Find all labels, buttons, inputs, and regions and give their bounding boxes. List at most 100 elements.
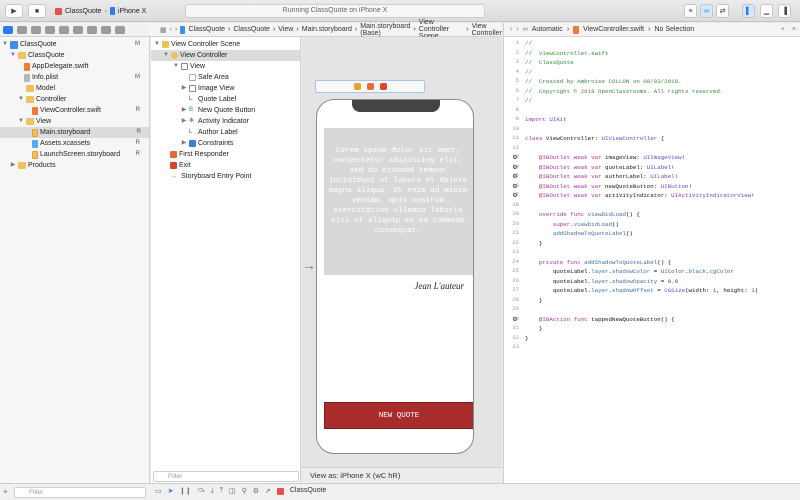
code-line[interactable]: @IBOutlet weak var quoteLabel: UILabel! (525, 163, 799, 173)
search-icon[interactable] (45, 25, 55, 34)
code-line[interactable]: // Copyright © 2018 OpenClassrooms. All … (525, 87, 799, 97)
toggle-debug-button[interactable]: ▁ (760, 4, 773, 18)
code-line[interactable]: @IBAction func tappedNewQuoteButton() { (525, 315, 799, 325)
breakpoint-icon[interactable] (101, 25, 111, 34)
code-line[interactable]: quoteLabel.layer.shadowColor = UIColor.b… (525, 267, 799, 277)
hide-debug-icon[interactable]: ▭ (155, 487, 162, 495)
disclosure-closed-icon[interactable]: ▶ (10, 160, 16, 171)
plus-icon[interactable]: + (3, 487, 8, 496)
stop-button[interactable]: ■ (28, 4, 46, 18)
list-item[interactable]: AppDelegate.swift (24, 61, 148, 72)
disclosure-open-icon[interactable]: ▼ (163, 50, 169, 61)
storyboard-canvas[interactable]: → Lorem ipsum dolor sit amet, consectetu… (302, 37, 502, 483)
outline-item-first-responder[interactable]: First Responder (170, 149, 229, 160)
list-item[interactable]: ▼ View (18, 116, 148, 127)
environment-icon[interactable]: ⚙ (253, 487, 259, 495)
test-icon[interactable] (73, 25, 83, 34)
disclosure-closed-icon[interactable]: ▶ (181, 138, 187, 149)
code-line[interactable]: // Created by Ambroise COLLON on 08/03/2… (525, 77, 799, 87)
outline-item-author-label[interactable]: L Author Label (189, 127, 238, 138)
related-items-icon[interactable]: ▦ (160, 26, 167, 34)
pause-icon[interactable]: ❙❙ (180, 487, 192, 495)
warning-icon[interactable] (59, 25, 69, 34)
code-line[interactable]: // (525, 68, 799, 78)
version-editor-button[interactable]: ⇄ (716, 4, 729, 18)
list-item[interactable]: ViewController.swift R (32, 105, 148, 116)
quote-label[interactable]: Lorem ipsum dolor sit amet, consectetur … (327, 146, 469, 236)
disclosure-open-icon[interactable]: ▼ (154, 39, 160, 50)
source-control-icon[interactable] (17, 25, 27, 34)
close-icon[interactable]: × (792, 26, 796, 33)
breadcrumb-item[interactable]: ClassQuote (188, 26, 225, 33)
symbol-icon[interactable] (31, 25, 41, 34)
outline-item-activity-indicator[interactable]: ▶ ✻ Activity Indicator (181, 116, 249, 127)
code-line[interactable]: // (525, 39, 799, 49)
list-item[interactable]: ▼ ClassQuote M (2, 39, 148, 50)
outline-item-quote-label[interactable]: L Quote Label (189, 94, 236, 105)
disclosure-open-icon[interactable]: ▼ (10, 50, 16, 61)
list-item[interactable]: LaunchScreen.storyboard R (32, 149, 148, 160)
code-line[interactable]: } (525, 296, 799, 306)
back-icon[interactable]: ‹ (170, 26, 172, 33)
disclosure-closed-icon[interactable]: ▶ (181, 105, 187, 116)
code-line[interactable]: import UIKit (525, 115, 799, 125)
code-line[interactable]: @IBOutlet weak var authorLabel: UILabel! (525, 172, 799, 182)
run-button[interactable]: ▶ (5, 4, 23, 18)
outline-item-constraints[interactable]: ▶ Constraints (181, 138, 233, 149)
scene-dock[interactable] (315, 80, 425, 93)
code-line[interactable]: class ViewController: UIViewController { (525, 134, 799, 144)
scheme-selector[interactable]: ClassQuote › iPhone X (55, 4, 146, 18)
disclosure-open-icon[interactable]: ▼ (2, 39, 8, 50)
outlet-connection-icon[interactable] (513, 316, 517, 321)
disclosure-open-icon[interactable]: ▼ (18, 116, 24, 127)
step-in-icon[interactable]: ⤓ (211, 487, 214, 495)
list-item[interactable]: ▼ ClassQuote (10, 50, 148, 61)
code-line[interactable]: @IBOutlet weak var newQuoteButton: UIBut… (525, 182, 799, 192)
list-item[interactable]: Model (18, 83, 148, 94)
code-line[interactable]: private func addShadowToQuoteLabel() { (525, 258, 799, 268)
assistant-editor-button[interactable]: ∞ (700, 4, 713, 18)
code-line[interactable]: } (525, 324, 799, 334)
jumpbar-item[interactable]: No Selection (654, 26, 694, 33)
list-item[interactable]: Info.plist M (24, 72, 148, 83)
disclosure-open-icon[interactable]: ▼ (18, 94, 24, 105)
memory-graph-icon[interactable]: ⚲ (242, 487, 247, 495)
breadcrumb-item[interactable]: View (278, 26, 293, 33)
jumpbar-item[interactable]: Automatic (532, 26, 563, 33)
toggle-utilities-button[interactable]: ▐ (778, 4, 791, 18)
list-item-selected[interactable]: Main.storyboard R (0, 127, 149, 138)
step-out-icon[interactable]: ⤒ (220, 487, 223, 495)
outline-item-view[interactable]: ▼ View (173, 61, 205, 72)
step-over-icon[interactable]: ⤼ (197, 487, 204, 495)
code-line[interactable]: // ViewController.swift (525, 49, 799, 59)
outline-item-exit[interactable]: Exit (170, 160, 191, 171)
code-line[interactable]: } (525, 334, 799, 344)
outlet-connection-icon[interactable] (513, 193, 517, 197)
outlet-connection-icon[interactable] (513, 183, 517, 188)
code-editor[interactable]: ‹ › ∞ Automatic › ViewController.swift › N… (503, 23, 800, 483)
breadcrumb-item[interactable]: View Controller (472, 23, 502, 37)
standard-editor-button[interactable]: ≡ (684, 4, 697, 18)
outlet-connection-icon[interactable] (513, 174, 517, 178)
location-icon[interactable]: ➚ (265, 487, 271, 495)
view-hierarchy-icon[interactable]: ◫ (229, 487, 236, 495)
code-line[interactable]: quoteLabel.layer.shadowOffset = CGSize(w… (525, 286, 799, 296)
navigator-filter-input[interactable]: Filter (14, 487, 146, 498)
list-item[interactable]: Assets.xcassets R (32, 138, 148, 149)
forward-icon[interactable]: › (175, 26, 177, 33)
outlet-connection-icon[interactable] (513, 155, 517, 159)
outline-item-image-view[interactable]: ▶ Image View (181, 83, 234, 94)
disclosure-closed-icon[interactable]: ▶ (181, 83, 187, 94)
jumpbar-item[interactable]: ViewController.swift (583, 26, 644, 33)
breakpoints-icon[interactable]: ➤ (168, 487, 174, 495)
report-icon[interactable] (115, 25, 125, 34)
outline-filter-input[interactable]: Filter (153, 471, 299, 482)
back-icon[interactable]: ‹ (510, 26, 512, 33)
disclosure-open-icon[interactable]: ▼ (173, 61, 179, 72)
folder-icon[interactable] (3, 25, 13, 34)
list-item[interactable]: ▶ Products (10, 160, 148, 171)
code-line[interactable]: } (525, 239, 799, 249)
outline-item-view-controller[interactable]: ▼ View Controller (151, 50, 300, 61)
code-line[interactable]: @IBOutlet weak var activityIndicator: UI… (525, 191, 799, 201)
breadcrumb-item[interactable]: Main.storyboard (302, 26, 352, 33)
